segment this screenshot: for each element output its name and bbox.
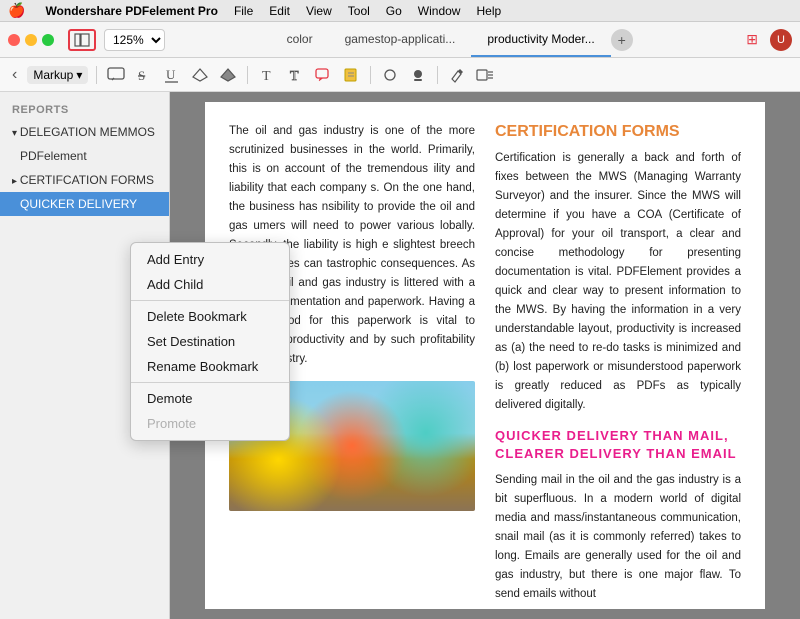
chevron-down-icon: ▾ bbox=[76, 68, 82, 82]
panel-toggle-button[interactable] bbox=[68, 29, 96, 51]
tab-productivity[interactable]: productivity Moder... bbox=[471, 23, 610, 57]
highlight-icon[interactable] bbox=[189, 64, 211, 86]
close-window-button[interactable] bbox=[8, 34, 20, 46]
tab-bar: color gamestop-applicati... productivity… bbox=[173, 23, 730, 57]
traffic-lights bbox=[8, 34, 54, 46]
tab-grid-button[interactable]: ⊞ bbox=[746, 31, 758, 48]
context-set-destination[interactable]: Set Destination bbox=[131, 329, 289, 354]
comment-icon[interactable] bbox=[105, 64, 127, 86]
separator-3 bbox=[370, 66, 371, 84]
callout-icon[interactable] bbox=[312, 64, 334, 86]
main-area: REPORTS DELEGATION MEMMOS PDFelement CER… bbox=[0, 92, 800, 619]
circle-draw-icon[interactable] bbox=[379, 64, 401, 86]
markup-label: Markup bbox=[33, 68, 73, 82]
file-menu[interactable]: File bbox=[234, 4, 253, 18]
underline-icon[interactable]: U bbox=[161, 64, 183, 86]
more-icon[interactable] bbox=[474, 64, 496, 86]
pdf-columns: The oil and gas industry is one of the m… bbox=[229, 122, 741, 604]
nav-back-button[interactable]: ‹ bbox=[8, 66, 21, 84]
text-icon[interactable]: T bbox=[256, 64, 278, 86]
context-delete-bookmark[interactable]: Delete Bookmark bbox=[131, 304, 289, 329]
app-name[interactable]: Wondershare PDFelement Pro bbox=[45, 4, 218, 18]
edit-menu[interactable]: Edit bbox=[269, 4, 290, 18]
sidebar-group-delegation[interactable]: DELEGATION MEMMOS bbox=[0, 120, 169, 144]
tab-color[interactable]: color bbox=[271, 23, 329, 57]
view-menu[interactable]: View bbox=[306, 4, 332, 18]
text-outline-icon[interactable]: T bbox=[284, 64, 306, 86]
tab-gamestop[interactable]: gamestop-applicati... bbox=[329, 23, 472, 57]
minimize-window-button[interactable] bbox=[25, 34, 37, 46]
separator bbox=[96, 66, 97, 84]
context-demote[interactable]: Demote bbox=[131, 386, 289, 411]
sidebar: REPORTS DELEGATION MEMMOS PDFelement CER… bbox=[0, 92, 170, 619]
pdf-certification-heading: CERTIFICATION FORMS bbox=[495, 122, 741, 141]
context-rename-bookmark[interactable]: Rename Bookmark bbox=[131, 354, 289, 379]
note-icon[interactable] bbox=[340, 64, 362, 86]
separator-4 bbox=[437, 66, 438, 84]
user-avatar[interactable]: U bbox=[770, 29, 792, 51]
stamp-icon[interactable] bbox=[407, 64, 429, 86]
context-promote: Promote bbox=[131, 411, 289, 436]
new-tab-button[interactable]: + bbox=[611, 29, 633, 51]
context-add-child[interactable]: Add Child bbox=[131, 272, 289, 297]
sidebar-item-pdfelement[interactable]: PDFelement bbox=[0, 144, 169, 168]
separator-2 bbox=[247, 66, 248, 84]
go-menu[interactable]: Go bbox=[386, 4, 402, 18]
sidebar-group-certification[interactable]: CERTIFCATION FORMS bbox=[0, 168, 169, 192]
strikethrough-icon[interactable]: S bbox=[133, 64, 155, 86]
markup-bar: ‹ Markup ▾ S U T T bbox=[0, 58, 800, 92]
window-menu[interactable]: Window bbox=[418, 4, 461, 18]
maximize-window-button[interactable] bbox=[42, 34, 54, 46]
apple-menu[interactable]: 🍎 bbox=[8, 2, 25, 19]
menu-bar: 🍎 Wondershare PDFelement Pro File Edit V… bbox=[0, 0, 800, 22]
svg-text:S: S bbox=[138, 68, 145, 83]
pdf-right-column: CERTIFICATION FORMS Certification is gen… bbox=[495, 122, 741, 604]
pdf-quicker-delivery-body: Sending mail in the oil and the gas indu… bbox=[495, 471, 741, 604]
svg-text:T: T bbox=[262, 69, 271, 83]
erase-icon[interactable] bbox=[217, 64, 239, 86]
svg-text:T: T bbox=[290, 69, 299, 83]
sidebar-item-quicker-delivery[interactable]: QUICKER DELIVERY bbox=[0, 192, 169, 216]
help-menu[interactable]: Help bbox=[476, 4, 501, 18]
context-add-entry[interactable]: Add Entry bbox=[131, 247, 289, 272]
pdf-certification-body: Certification is generally a back and fo… bbox=[495, 149, 741, 415]
svg-text:U: U bbox=[166, 67, 176, 82]
context-menu: Add Entry Add Child Delete Bookmark Set … bbox=[130, 242, 290, 441]
zoom-selector[interactable]: 125% 100% 150% bbox=[104, 29, 165, 51]
toolbar: 125% 100% 150% color gamestop-applicati.… bbox=[0, 22, 800, 58]
sidebar-section-reports: REPORTS bbox=[0, 100, 169, 120]
context-separator-2 bbox=[131, 382, 289, 383]
panel-icon bbox=[74, 33, 90, 47]
tool-menu[interactable]: Tool bbox=[348, 4, 370, 18]
pen-icon[interactable] bbox=[446, 64, 468, 86]
markup-dropdown[interactable]: Markup ▾ bbox=[27, 66, 88, 84]
context-separator-1 bbox=[131, 300, 289, 301]
pdf-quicker-delivery-heading: QUICKER DELIVERY THAN MAIL, CLEARER DELI… bbox=[495, 427, 741, 463]
